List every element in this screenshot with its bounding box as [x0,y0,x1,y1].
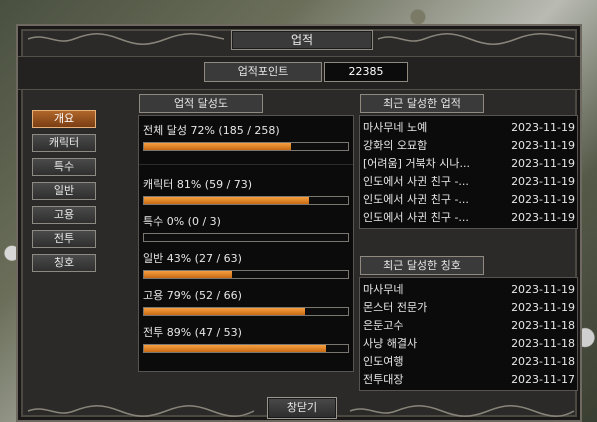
category-progress-label: 고용 79% (52 / 66) [143,289,242,302]
close-window-button[interactable]: 창닫기 [267,397,337,419]
title-date: 2023-11-19 [511,283,575,296]
points-bar: 업적포인트 22385 [18,56,580,90]
sidebar-item-combat[interactable]: 전투 [32,230,96,248]
title-date: 2023-11-18 [511,355,575,368]
title-date: 2023-11-18 [511,319,575,332]
category-progress-general: 일반 43% (27 / 63) [143,252,349,279]
list-item[interactable]: 사냥 해결사 2023-11-18 [360,335,577,353]
title-name: 은둔고수 [363,319,404,332]
achievement-date: 2023-11-19 [511,211,575,224]
achievement-date: 2023-11-19 [511,193,575,206]
category-progress-fill [144,271,232,278]
category-progress-label: 일반 43% (27 / 63) [143,252,242,265]
achievement-name: 인도에서 사귄 친구 -... [363,175,469,188]
category-progress-combat: 전투 89% (47 / 53) [143,326,349,353]
recent-titles-list: 마사무네 2023-11-19 몬스터 전문가 2023-11-19 은둔고수 202… [359,277,578,391]
points-label: 업적포인트 [204,62,322,82]
category-progress-bar [143,344,349,353]
category-progress-bar [143,196,349,205]
category-progress-label: 전투 89% (47 / 53) [143,326,242,339]
list-item[interactable]: 인도에서 사귄 친구 -... 2023-11-19 [360,191,577,209]
list-item[interactable]: 마사무네 2023-11-19 [360,281,577,299]
progress-panel: 전체 달성 72% (185 / 258) 캐릭터 81% (59 / 73) … [138,115,354,372]
sidebar-item-general[interactable]: 일반 [32,182,96,200]
title-name: 마사무네 [363,283,404,296]
list-item[interactable]: 강화의 오묘함 2023-11-19 [360,137,577,155]
list-item[interactable]: 몬스터 전문가 2023-11-19 [360,299,577,317]
achievement-name: [어려움] 거북차 시나... [363,157,471,170]
recent-titles-header: 최근 달성한 칭호 [360,256,484,275]
title-date: 2023-11-17 [511,373,575,386]
category-progress-character: 캐릭터 81% (59 / 73) [143,178,349,205]
list-item[interactable]: 전투대장 2023-11-17 [360,371,577,389]
overall-progress-bar [143,142,349,151]
category-progress-employment: 고용 79% (52 / 66) [143,289,349,316]
progress-divider [139,164,353,165]
points-value: 22385 [324,62,408,82]
list-item[interactable]: 인도에서 사귄 친구 -... 2023-11-19 [360,173,577,191]
category-progress-fill [144,345,326,352]
category-progress-special: 특수 0% (0 / 3) [143,215,349,242]
sidebar-item-special[interactable]: 특수 [32,158,96,176]
category-progress-fill [144,308,306,315]
list-item[interactable]: 마사무네 노예 2023-11-19 [360,119,577,137]
progress-header: 업적 달성도 [139,94,263,113]
top-ornament-right [376,32,576,46]
category-progress-fill [144,197,310,204]
title-name: 몬스터 전문가 [363,301,428,314]
achievement-name: 인도에서 사귄 친구 -... [363,193,469,206]
category-progress-bar [143,233,349,242]
top-ornament-left [26,32,226,46]
achievement-date: 2023-11-19 [511,175,575,188]
list-item[interactable]: 인도에서 사귄 친구 -... 2023-11-19 [360,209,577,227]
overall-progress: 전체 달성 72% (185 / 258) [143,124,349,151]
sidebar-item-character[interactable]: 캐릭터 [32,134,96,152]
achievement-date: 2023-11-19 [511,121,575,134]
title-name: 인도여행 [363,355,404,368]
sidebar-item-employment[interactable]: 고용 [32,206,96,224]
title-date: 2023-11-19 [511,301,575,314]
bottom-ornament-left [26,404,256,418]
category-sidebar: 개요 캐릭터 특수 일반 고용 전투 칭호 [32,110,102,278]
list-item[interactable]: 인도여행 2023-11-18 [360,353,577,371]
achievement-date: 2023-11-19 [511,139,575,152]
recent-achievements-header: 최근 달성한 업적 [360,94,484,113]
achievement-window: 업적 업적포인트 22385 개요 캐릭터 특수 일반 고용 전투 칭호 업적 … [16,24,582,422]
title-name: 사냥 해결사 [363,337,418,350]
category-progress-label: 특수 0% (0 / 3) [143,215,221,228]
title-date: 2023-11-18 [511,337,575,350]
sidebar-item-titles[interactable]: 칭호 [32,254,96,272]
window-title: 업적 [231,30,373,50]
achievement-name: 강화의 오묘함 [363,139,428,152]
achievement-name: 마사무네 노예 [363,121,428,134]
achievement-date: 2023-11-19 [511,157,575,170]
recent-achievements-list: 마사무네 노예 2023-11-19 강화의 오묘함 2023-11-19 [어려움… [359,115,578,229]
title-name: 전투대장 [363,373,404,386]
list-item[interactable]: 은둔고수 2023-11-18 [360,317,577,335]
achievement-name: 인도에서 사귄 친구 -... [363,211,469,224]
category-progress-bar [143,270,349,279]
overall-progress-fill [144,143,291,150]
bottom-ornament-right [348,404,576,418]
overall-progress-label: 전체 달성 72% (185 / 258) [143,124,280,137]
category-progress-bar [143,307,349,316]
category-progress-label: 캐릭터 81% (59 / 73) [143,178,253,191]
sidebar-item-overview[interactable]: 개요 [32,110,96,128]
list-item[interactable]: [어려움] 거북차 시나... 2023-11-19 [360,155,577,173]
